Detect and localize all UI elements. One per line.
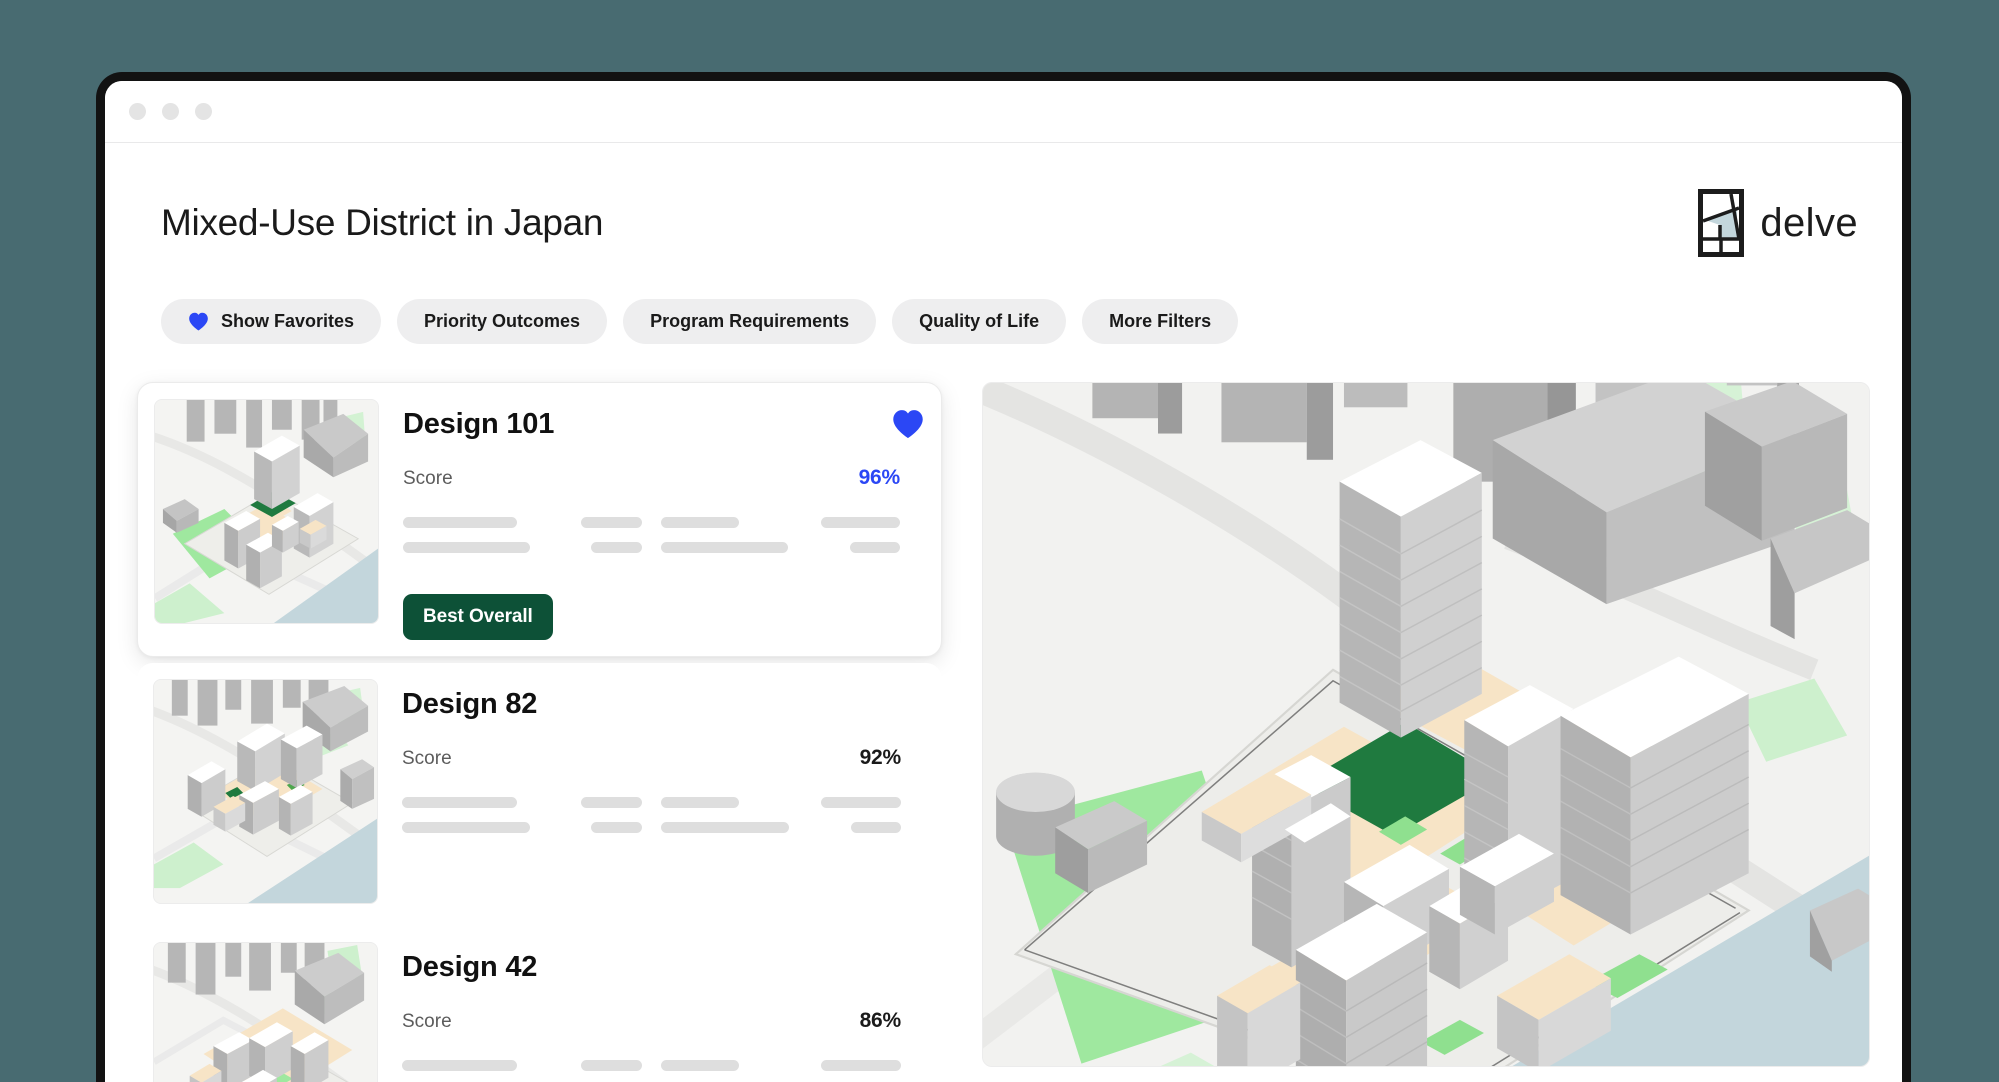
score-label: Score (402, 748, 452, 770)
delve-logo-mark (1698, 189, 1744, 257)
placeholder-bar (402, 822, 530, 833)
page-header: Mixed-Use District in Japan delve (137, 143, 1870, 257)
favorite-heart-icon[interactable] (891, 409, 925, 439)
placeholder-bar (403, 542, 530, 553)
placeholder-bar (661, 797, 739, 808)
placeholder-bar (821, 517, 900, 528)
design-thumbnail[interactable] (153, 942, 378, 1082)
thumbnail-isometric-city (154, 680, 377, 903)
design-card[interactable]: Design 101 Score 96% (137, 382, 942, 657)
score-label: Score (403, 468, 453, 490)
placeholder-bar (850, 542, 900, 553)
browser-window: Mixed-Use District in Japan delve (96, 72, 1911, 1082)
design-card-body: Design 82 Score 92% (402, 679, 926, 904)
map-viewport[interactable] (982, 382, 1870, 1067)
metrics-placeholder (402, 796, 926, 834)
placeholder-row (403, 516, 900, 529)
filter-program-requirements[interactable]: Program Requirements (623, 299, 876, 344)
window-titlebar (105, 81, 1902, 143)
placeholder-bar (581, 797, 642, 808)
filter-label: Show Favorites (221, 311, 354, 332)
design-card-body: Design 42 Score 86% (402, 942, 926, 1082)
design-card-body: Design 101 Score 96% (403, 399, 925, 640)
placeholder-bar (591, 542, 643, 553)
score-value: 86% (860, 1009, 901, 1033)
metrics-placeholder (402, 1059, 926, 1082)
score-row: Score 86% (402, 1009, 926, 1033)
placeholder-bar (661, 822, 789, 833)
filter-label: Priority Outcomes (424, 311, 580, 332)
brand-logo: delve (1698, 189, 1858, 257)
design-thumbnail[interactable] (153, 679, 378, 904)
best-overall-badge[interactable]: Best Overall (403, 594, 553, 640)
score-value: 92% (860, 746, 901, 770)
placeholder-bar (851, 822, 901, 833)
traffic-lights (129, 103, 212, 120)
minimize-window-button[interactable] (162, 103, 179, 120)
filter-bar: Show Favorites Priority Outcomes Program… (137, 257, 1870, 344)
isometric-3d-city-view (983, 383, 1869, 1066)
placeholder-bar (581, 1060, 642, 1071)
placeholder-row (402, 796, 901, 809)
filter-priority-outcomes[interactable]: Priority Outcomes (397, 299, 607, 344)
heart-icon (188, 312, 209, 331)
design-title: Design 101 (403, 409, 554, 441)
placeholder-row (402, 821, 901, 834)
score-row: Score 92% (402, 746, 926, 770)
design-card[interactable]: Design 82 Score 92% (137, 663, 942, 920)
placeholder-bar (591, 822, 643, 833)
placeholder-row (403, 541, 900, 554)
filter-show-favorites[interactable]: Show Favorites (161, 299, 381, 344)
placeholder-bar (821, 1060, 901, 1071)
placeholder-bar (403, 517, 517, 528)
thumbnail-isometric-city (155, 400, 378, 623)
filter-more-filters[interactable]: More Filters (1082, 299, 1238, 344)
filter-label: Program Requirements (650, 311, 849, 332)
brand-name: delve (1760, 203, 1858, 243)
design-title: Design 42 (402, 952, 537, 984)
placeholder-bar (402, 1060, 517, 1071)
design-thumbnail[interactable] (154, 399, 379, 624)
score-row: Score 96% (403, 466, 925, 490)
placeholder-bar (402, 797, 517, 808)
filter-label: Quality of Life (919, 311, 1039, 332)
placeholder-bar (581, 517, 642, 528)
placeholder-bar (661, 542, 788, 553)
filter-label: More Filters (1109, 311, 1211, 332)
thumbnail-isometric-city (154, 943, 377, 1082)
design-card[interactable]: Design 42 Score 86% (137, 926, 942, 1082)
page-title: Mixed-Use District in Japan (161, 201, 603, 245)
metrics-placeholder (403, 516, 925, 554)
score-value: 96% (859, 466, 900, 490)
main-content: Design 101 Score 96% (137, 344, 1870, 1067)
placeholder-bar (821, 797, 901, 808)
design-title: Design 82 (402, 689, 537, 721)
close-window-button[interactable] (129, 103, 146, 120)
maximize-window-button[interactable] (195, 103, 212, 120)
placeholder-bar (661, 517, 738, 528)
app-page: Mixed-Use District in Japan delve (105, 143, 1902, 1081)
filter-quality-of-life[interactable]: Quality of Life (892, 299, 1066, 344)
placeholder-row (402, 1059, 901, 1072)
placeholder-bar (661, 1060, 739, 1071)
design-list[interactable]: Design 101 Score 96% (137, 382, 942, 1067)
score-label: Score (402, 1011, 452, 1033)
